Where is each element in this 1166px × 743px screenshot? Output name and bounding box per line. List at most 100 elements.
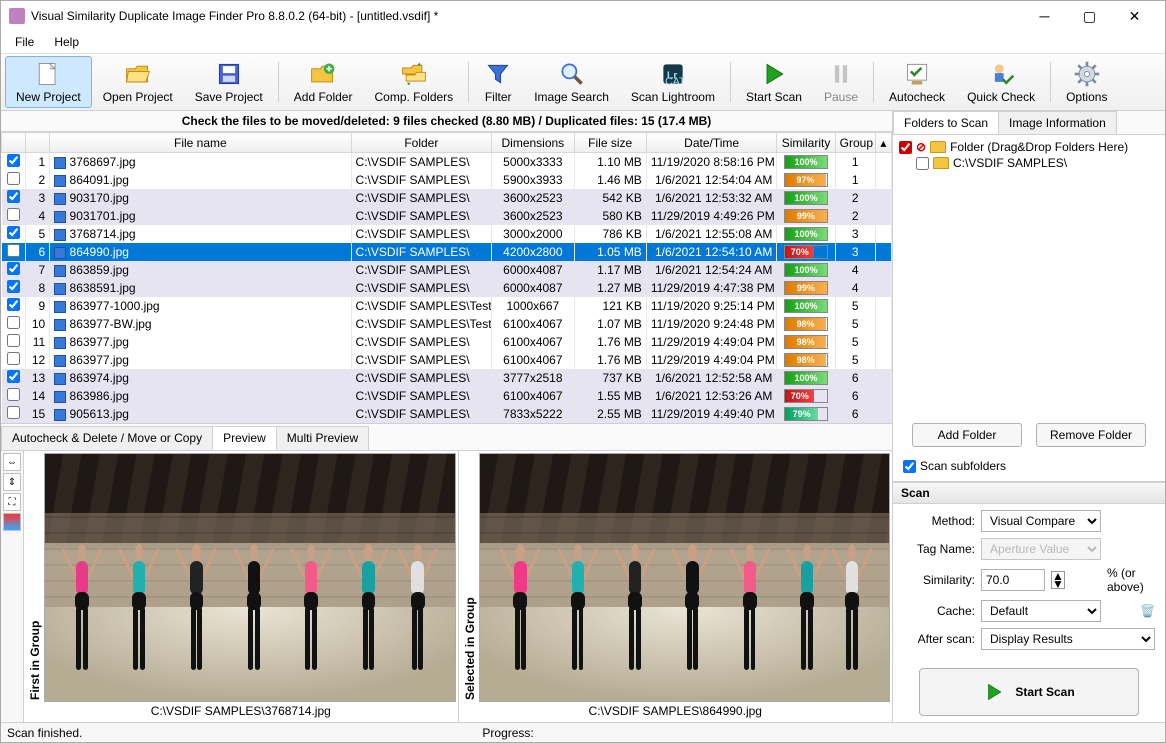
col-folder[interactable]: Folder (351, 133, 492, 153)
afterscan-select[interactable]: Display Results (981, 628, 1155, 650)
close-button[interactable]: ✕ (1112, 2, 1157, 30)
preview-left-image[interactable] (44, 453, 456, 702)
row-checkbox[interactable] (7, 226, 20, 239)
start-scan-button[interactable]: Start Scan (735, 56, 813, 108)
table-row[interactable]: 15 905613.jpgC:\VSDIF SAMPLES\7833x52222… (2, 405, 892, 423)
scan-lightroom-button[interactable]: LrCAT Scan Lightroom (620, 56, 726, 108)
remove-folder-button[interactable]: Remove Folder (1036, 423, 1146, 447)
color-swatch-icon[interactable] (3, 513, 21, 531)
compare-folders-button[interactable]: Comp. Folders (363, 56, 464, 108)
cell-folder: C:\VSDIF SAMPLES\ (351, 369, 492, 387)
col-similarity[interactable]: Similarity (777, 133, 835, 153)
add-folder-panel-button[interactable]: Add Folder (912, 423, 1022, 447)
table-row[interactable]: 14 863986.jpgC:\VSDIF SAMPLES\6100x40671… (2, 387, 892, 405)
cache-select[interactable]: Default (981, 600, 1101, 622)
row-checkbox[interactable] (7, 388, 20, 401)
image-search-button[interactable]: Image Search (523, 56, 620, 108)
folder-placeholder: Folder (Drag&Drop Folders Here) (950, 140, 1128, 154)
cell-filename: 864091.jpg (50, 171, 351, 189)
table-row[interactable]: 9 863977-1000.jpgC:\VSDIF SAMPLES\Test\1… (2, 297, 892, 315)
table-row[interactable]: 10 863977-BW.jpgC:\VSDIF SAMPLES\Test\61… (2, 315, 892, 333)
row-checkbox[interactable] (7, 208, 20, 221)
row-checkbox[interactable] (7, 316, 20, 329)
row-checkbox[interactable] (7, 334, 20, 347)
folder-path[interactable]: C:\VSDIF SAMPLES\ (953, 156, 1067, 170)
clear-cache-icon[interactable]: 🗑️ (1140, 604, 1155, 618)
folder-include-checkbox[interactable] (899, 141, 912, 154)
row-checkbox[interactable] (7, 154, 20, 167)
filter-button[interactable]: Filter (473, 56, 523, 108)
cell-folder: C:\VSDIF SAMPLES\ (351, 153, 492, 172)
row-checkbox[interactable] (7, 406, 20, 419)
toolbar-label: Filter (485, 90, 512, 104)
row-checkbox[interactable] (7, 352, 20, 365)
table-row[interactable]: 12 863977.jpgC:\VSDIF SAMPLES\6100x40671… (2, 351, 892, 369)
row-checkbox[interactable] (7, 298, 20, 311)
fit-width-icon[interactable]: ⇔ (3, 453, 21, 471)
cell-filesize: 786 KB (574, 225, 646, 243)
window-title: Visual Similarity Duplicate Image Finder… (31, 9, 1022, 23)
add-folder-button[interactable]: Add Folder (283, 56, 364, 108)
cell-group: 1 (835, 153, 875, 172)
col-group[interactable]: Group (835, 133, 875, 153)
quick-check-button[interactable]: Quick Check (956, 56, 1046, 108)
row-checkbox[interactable] (7, 190, 20, 203)
table-row[interactable]: 7 863859.jpgC:\VSDIF SAMPLES\6000x40871.… (2, 261, 892, 279)
similarity-input[interactable] (981, 569, 1045, 591)
preview-right-image[interactable] (479, 453, 891, 702)
row-checkbox[interactable] (7, 370, 20, 383)
column-headers[interactable]: File name Folder Dimensions File size Da… (2, 133, 892, 153)
tab-multi-preview[interactable]: Multi Preview (276, 426, 369, 450)
method-select[interactable]: Visual Compare (981, 510, 1101, 532)
status-text: Scan finished. (7, 726, 82, 740)
menu-help[interactable]: Help (46, 33, 87, 51)
cell-folder: C:\VSDIF SAMPLES\ (351, 405, 492, 423)
tab-preview[interactable]: Preview (212, 426, 277, 450)
fullscreen-icon[interactable]: ⛶ (3, 493, 21, 511)
scan-subfolders-checkbox[interactable]: Scan subfolders (903, 459, 1155, 473)
open-project-button[interactable]: Open Project (92, 56, 184, 108)
autocheck-button[interactable]: Autocheck (878, 56, 956, 108)
save-project-button[interactable]: Save Project (184, 56, 274, 108)
cell-folder: C:\VSDIF SAMPLES\ (351, 207, 492, 225)
table-row[interactable]: 6 864990.jpgC:\VSDIF SAMPLES\4200x28001.… (2, 243, 892, 261)
image-file-icon (54, 193, 66, 205)
table-row[interactable]: 2 864091.jpgC:\VSDIF SAMPLES\5900x39331.… (2, 171, 892, 189)
col-dimensions[interactable]: Dimensions (492, 133, 574, 153)
table-row[interactable]: 8 8638591.jpgC:\VSDIF SAMPLES\6000x40871… (2, 279, 892, 297)
row-checkbox[interactable] (7, 172, 20, 185)
row-checkbox[interactable] (7, 262, 20, 275)
table-row[interactable]: 1 3768697.jpgC:\VSDIF SAMPLES\5000x33331… (2, 153, 892, 172)
start-scan-panel-button[interactable]: Start Scan (919, 668, 1139, 716)
tab-image-information[interactable]: Image Information (998, 111, 1117, 134)
col-filesize[interactable]: File size (574, 133, 646, 153)
new-project-button[interactable]: New Project (5, 56, 92, 108)
cell-group: 4 (835, 279, 875, 297)
col-datetime[interactable]: Date/Time (646, 133, 777, 153)
table-row[interactable]: 3 903170.jpgC:\VSDIF SAMPLES\3600x252354… (2, 189, 892, 207)
tab-folders-to-scan[interactable]: Folders to Scan (893, 111, 999, 134)
options-button[interactable]: Options (1055, 56, 1118, 108)
results-grid[interactable]: File name Folder Dimensions File size Da… (1, 132, 892, 423)
minimize-button[interactable]: ─ (1022, 2, 1067, 30)
folders-list[interactable]: ⊘ Folder (Drag&Drop Folders Here) C:\VSD… (893, 135, 1165, 175)
cell-filesize: 1.46 MB (574, 171, 646, 189)
cell-datetime: 1/6/2021 12:54:10 AM (646, 243, 777, 261)
col-filename[interactable]: File name (50, 133, 351, 153)
fit-height-icon[interactable]: ⇕ (3, 473, 21, 491)
preview-tools: ⇔ ⇕ ⛶ (1, 451, 23, 722)
table-row[interactable]: 4 9031701.jpgC:\VSDIF SAMPLES\3600x25235… (2, 207, 892, 225)
scroll-up-icon[interactable]: ▴ (875, 133, 891, 153)
cell-similarity: 99% (777, 207, 835, 225)
image-file-icon (54, 337, 66, 349)
table-row[interactable]: 5 3768714.jpgC:\VSDIF SAMPLES\3000x20007… (2, 225, 892, 243)
maximize-button[interactable]: ▢ (1067, 2, 1112, 30)
table-row[interactable]: 11 863977.jpgC:\VSDIF SAMPLES\6100x40671… (2, 333, 892, 351)
menu-file[interactable]: File (7, 33, 42, 51)
table-row[interactable]: 13 863974.jpgC:\VSDIF SAMPLES\3777x25187… (2, 369, 892, 387)
tab-autocheck[interactable]: Autocheck & Delete / Move or Copy (1, 426, 213, 450)
folder-item-checkbox[interactable] (916, 157, 929, 170)
row-checkbox[interactable] (7, 280, 20, 293)
row-checkbox[interactable] (7, 244, 20, 257)
spin-down-icon[interactable]: ▼ (1052, 580, 1064, 588)
